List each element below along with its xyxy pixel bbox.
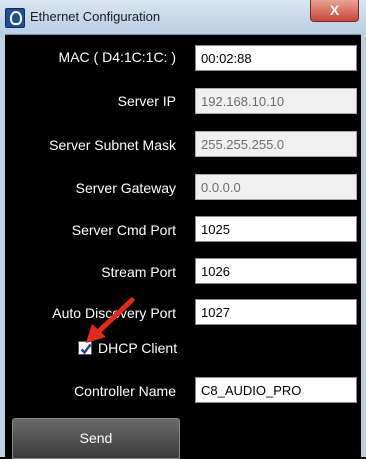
title-bar: Ethernet Configuration X bbox=[0, 0, 366, 35]
gateway-label: Server Gateway bbox=[75, 180, 176, 196]
subnet-mask-field bbox=[195, 131, 357, 157]
controller-name-field[interactable] bbox=[195, 377, 357, 403]
app-icon bbox=[5, 8, 25, 28]
annotation-arrow-icon bbox=[86, 297, 135, 343]
server-ip-field bbox=[195, 88, 357, 114]
server-ip-label: Server IP bbox=[117, 93, 176, 109]
mac-field[interactable] bbox=[195, 45, 357, 71]
window-frame-left bbox=[0, 34, 5, 457]
cmd-port-label: Server Cmd Port bbox=[71, 222, 176, 238]
stream-port-label: Stream Port bbox=[101, 264, 176, 280]
controller-name-label: Controller Name bbox=[74, 383, 176, 399]
send-button[interactable]: Send bbox=[12, 418, 180, 459]
gateway-field bbox=[195, 174, 357, 200]
stream-port-field[interactable] bbox=[195, 258, 357, 284]
window-title: Ethernet Configuration bbox=[30, 9, 161, 24]
close-button[interactable]: X bbox=[310, 0, 359, 22]
subnet-mask-label: Server Subnet Mask bbox=[49, 137, 176, 153]
window-frame-right bbox=[361, 34, 366, 457]
discovery-port-field[interactable] bbox=[195, 299, 357, 325]
mac-label: MAC ( D4:1C:1C: ) bbox=[58, 49, 176, 65]
cmd-port-field[interactable] bbox=[195, 216, 357, 242]
